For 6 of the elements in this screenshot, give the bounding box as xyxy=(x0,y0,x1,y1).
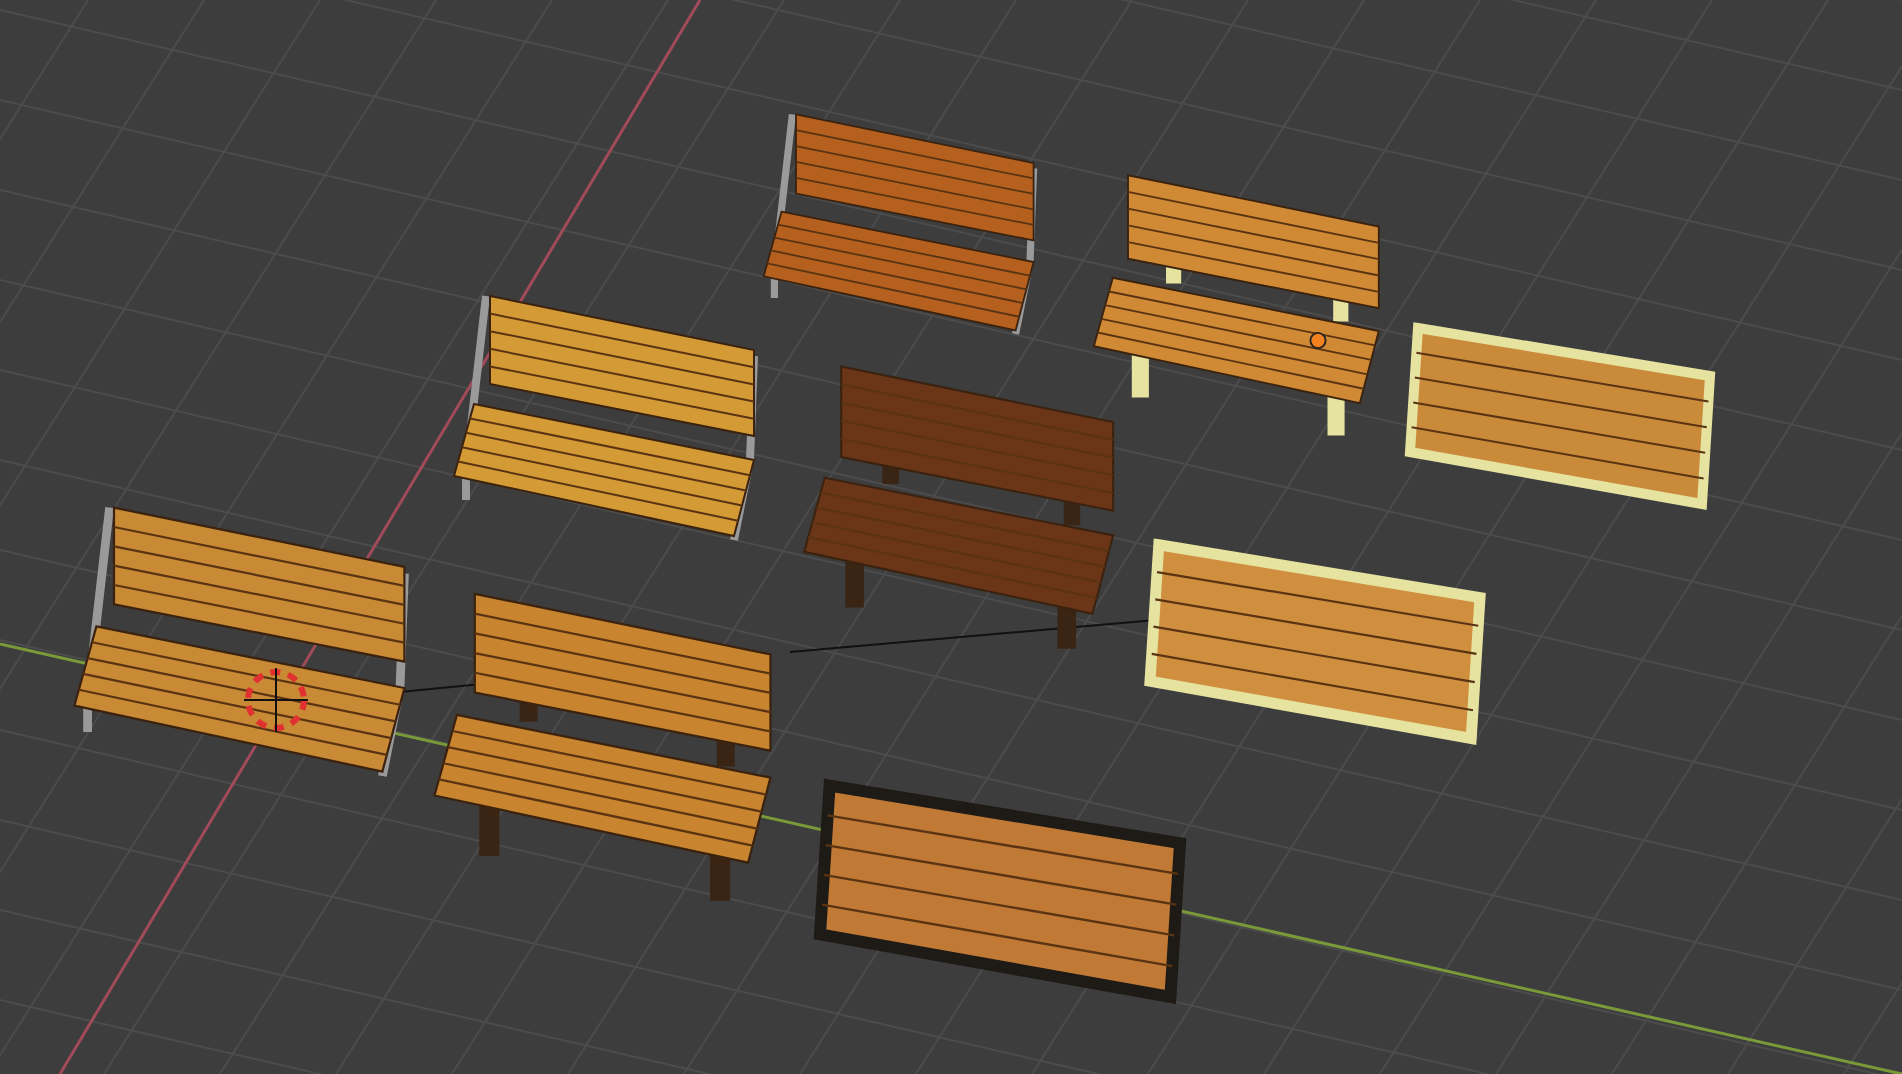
bench-drawing[interactable] xyxy=(813,778,1187,1004)
3d-cursor-icon[interactable] xyxy=(243,667,309,733)
bench-drawing[interactable] xyxy=(73,503,409,781)
bench-drawing[interactable] xyxy=(1092,174,1380,436)
bench-drawing[interactable] xyxy=(433,592,772,901)
bench-drawing[interactable] xyxy=(452,292,758,544)
